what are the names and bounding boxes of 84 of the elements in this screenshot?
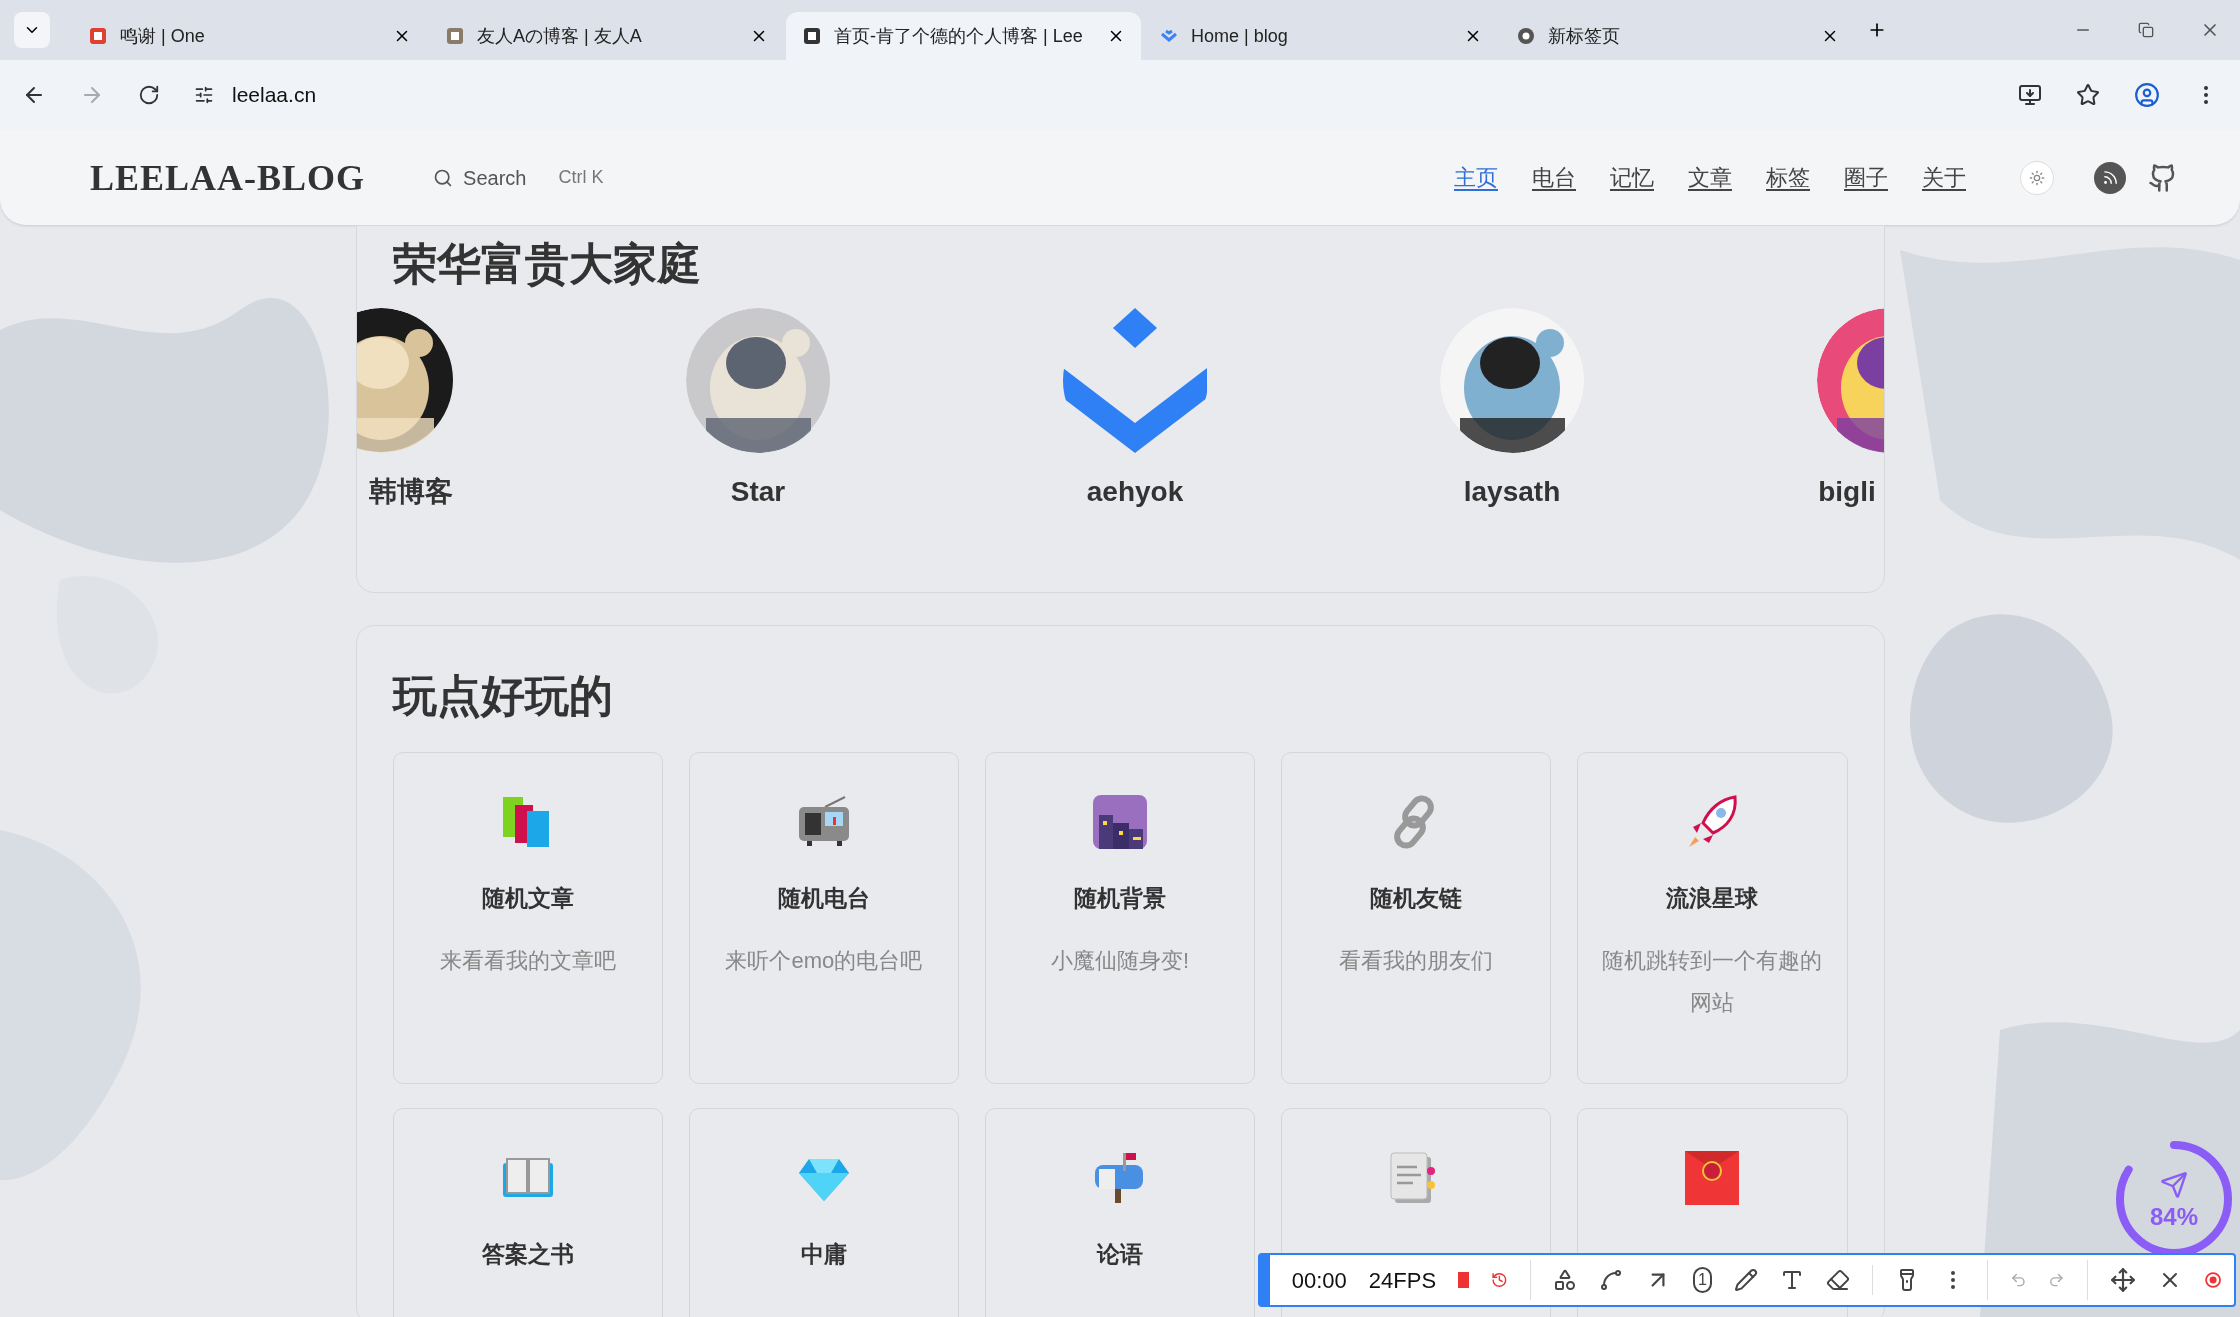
section-title: 玩点好玩的 — [392, 670, 614, 722]
browser-tab[interactable]: 友人Aの博客 | 友人A — [429, 12, 784, 60]
tab-title: Home | blog — [1191, 24, 1289, 48]
feature-description: 随机跳转到一个有趣的网站 — [1601, 946, 1824, 1017]
search-button[interactable]: Search — [433, 162, 527, 193]
site-icon — [802, 26, 822, 46]
feature-card[interactable]: 随机背景 小魔仙随身变! — [984, 752, 1256, 1084]
friend-link[interactable]: bigli — [1700, 308, 1884, 513]
send-icon — [2160, 1171, 2188, 1199]
polyline-icon[interactable] — [1598, 1268, 1623, 1292]
shapes-icon[interactable] — [1552, 1268, 1577, 1292]
nav-link[interactable]: 文章 — [1688, 161, 1732, 194]
site-settings-icon[interactable] — [194, 85, 214, 105]
search-label: Search — [463, 165, 527, 191]
pencil-icon[interactable] — [1734, 1268, 1759, 1292]
tab-title: 首页-肯了个德的个人博客 | Lee — [834, 24, 1084, 48]
browser-tab[interactable]: 首页-肯了个德的个人博客 | Lee — [786, 12, 1141, 60]
recording-time: 00:00 — [1291, 1266, 1347, 1295]
feature-card[interactable]: 答案之书 — [392, 1108, 663, 1317]
chevron-logo-icon — [1062, 308, 1208, 453]
address-field[interactable]: leelaa.cn — [232, 79, 317, 111]
nav-link[interactable]: 记忆 — [1610, 161, 1654, 194]
bookmark-icon[interactable] — [2076, 83, 2100, 107]
move-icon[interactable] — [2109, 1267, 2136, 1293]
feature-card[interactable]: 随机文章 来看看我的文章吧 — [392, 752, 663, 1084]
nav-link[interactable]: 标签 — [1766, 161, 1810, 194]
friend-name: 韩博客 — [369, 475, 453, 509]
reload-icon[interactable] — [138, 84, 160, 106]
friend-link[interactable]: 韩博客 — [356, 308, 570, 513]
site-icon — [88, 26, 108, 46]
feature-description: 看看我的朋友们 — [1339, 946, 1494, 975]
tab-title: 新标签页 — [1548, 24, 1621, 48]
eraser-icon[interactable] — [1826, 1268, 1851, 1292]
progress-label: 84% — [2149, 1202, 2198, 1232]
envelope-icon — [1683, 1149, 1742, 1207]
feature-title: 随机背景 — [1074, 884, 1166, 913]
feature-title: 答案之书 — [481, 1240, 574, 1269]
globe-icon — [1516, 26, 1536, 46]
feature-title: 流浪星球 — [1666, 884, 1759, 913]
feature-card[interactable]: 流浪星球 随机跳转到一个有趣的网站 — [1577, 752, 1848, 1084]
friend-name: Star — [730, 475, 786, 509]
browser-tab[interactable]: Home | blog — [1143, 12, 1498, 60]
install-icon[interactable] — [2018, 83, 2042, 107]
feature-card[interactable]: 论语 — [984, 1108, 1256, 1317]
nav-link[interactable]: 圈子 — [1844, 161, 1888, 194]
friend-link[interactable]: Star — [569, 308, 947, 513]
feature-title: 中庸 — [800, 1240, 847, 1269]
friend-name: bigli — [1818, 475, 1876, 509]
site-icon — [445, 26, 465, 46]
browser-tab[interactable]: 鸣谢 | One — [72, 12, 427, 60]
frame-rate: 24FPS — [1368, 1266, 1437, 1295]
friend-link[interactable]: aehyok — [946, 308, 1324, 513]
search-icon — [433, 167, 454, 188]
friend-name: aehyok — [1086, 475, 1184, 509]
site-logo[interactable]: LEELAA-BLOG — [90, 150, 366, 205]
section-title: 荣华富贵大家庭 — [392, 238, 702, 290]
sun-icon — [2029, 169, 2045, 186]
browser-tab[interactable]: 新标签页 — [1500, 12, 1855, 60]
feature-card[interactable]: 随机友链 看看我的朋友们 — [1281, 752, 1552, 1084]
city-night-icon — [1091, 793, 1149, 851]
toolbar-handle[interactable] — [1260, 1255, 1270, 1305]
feature-description: 小魔仙随身变! — [1050, 946, 1190, 975]
nav-link[interactable]: 主页 — [1454, 161, 1498, 194]
feature-title: 随机电台 — [777, 884, 870, 913]
rss-icon[interactable] — [2094, 161, 2126, 194]
friend-name: laysath — [1463, 475, 1561, 509]
nav-link[interactable]: 关于 — [1922, 161, 1966, 194]
feature-title: 随机文章 — [481, 884, 574, 913]
nav-link[interactable]: 电台 — [1532, 161, 1576, 194]
shortcut-hint: Ctrl K — [558, 166, 604, 189]
step-number-tool[interactable]: 1 — [1692, 1267, 1713, 1293]
feature-description: 来听个emo的电台吧 — [725, 946, 923, 975]
stop-button[interactable] — [1458, 1272, 1470, 1288]
restore-icon[interactable] — [2138, 22, 2154, 38]
feature-card[interactable]: 随机电台 来听个emo的电台吧 — [688, 752, 959, 1084]
theme-toggle[interactable] — [2020, 160, 2054, 195]
feature-title: 论语 — [1097, 1240, 1143, 1269]
feature-card[interactable]: 中庸 — [688, 1108, 959, 1317]
feature-description: 来看看我的文章吧 — [439, 946, 616, 975]
feature-title: 随机友链 — [1370, 884, 1463, 913]
tab-title: 友人Aの博客 | 友人A — [477, 24, 643, 48]
tab-title: 鸣谢 | One — [120, 24, 206, 48]
friend-link[interactable]: laysath — [1323, 308, 1701, 513]
profile-icon[interactable] — [2134, 82, 2160, 108]
